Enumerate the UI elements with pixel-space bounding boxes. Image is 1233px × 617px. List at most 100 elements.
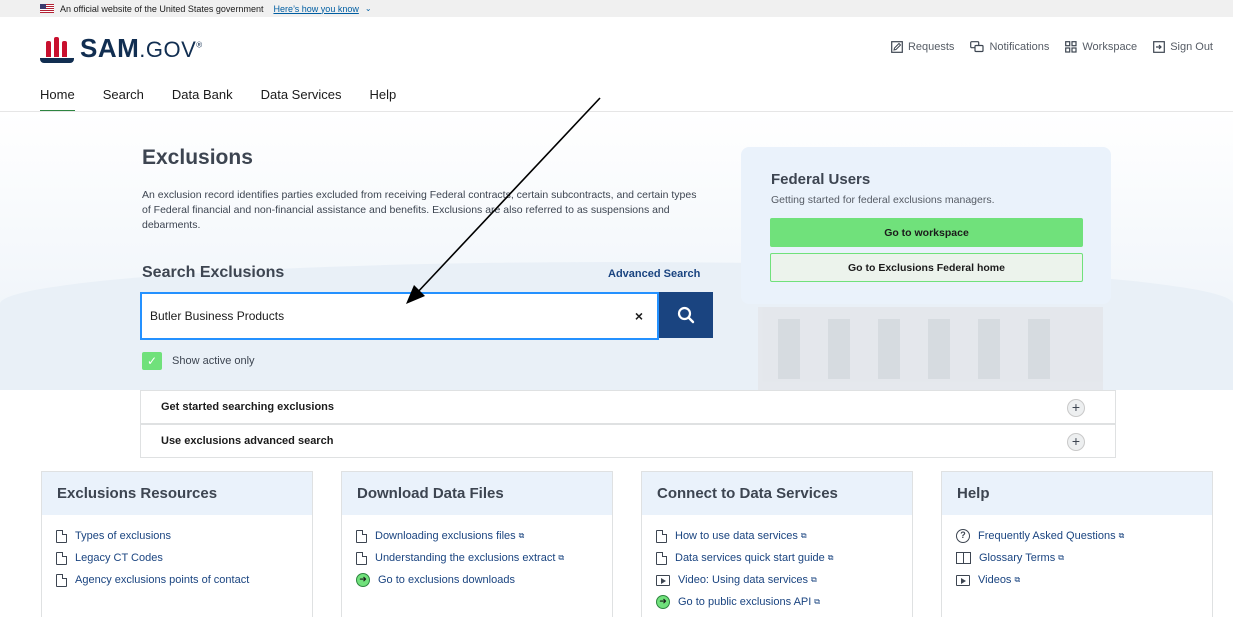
card-exclusions-resources: Exclusions Resources Types of exclusions…: [41, 471, 313, 617]
card-title: Connect to Data Services: [642, 472, 912, 515]
federal-users-subtitle: Getting started for federal exclusions m…: [771, 194, 995, 206]
list-item[interactable]: ? Frequently Asked Questions ⧉: [956, 525, 1212, 547]
list-item[interactable]: Glossary Terms ⧉: [956, 547, 1212, 569]
list-item[interactable]: Video: Using data services ⧉: [656, 569, 912, 591]
link-label: Frequently Asked Questions: [978, 530, 1116, 542]
link-label: Downloading exclusions files: [375, 530, 516, 542]
card-title: Exclusions Resources: [42, 472, 312, 515]
document-icon: [656, 551, 667, 565]
workspace-link[interactable]: Workspace: [1065, 41, 1137, 53]
external-link-icon: ⧉: [800, 531, 807, 540]
link-label: Agency exclusions points of contact: [75, 574, 250, 586]
search-icon: [677, 306, 695, 324]
sam-logo[interactable]: SAM.GOV®: [40, 33, 203, 64]
document-icon: [56, 529, 67, 543]
notifications-label: Notifications: [989, 41, 1050, 53]
nav-item-home[interactable]: Home: [40, 87, 75, 113]
nav-item-help[interactable]: Help: [370, 87, 397, 113]
external-link-icon: ⧉: [1118, 531, 1125, 540]
link-label: Understanding the exclusions extract: [375, 552, 556, 564]
advanced-search-link[interactable]: Advanced Search: [608, 268, 700, 280]
list-item[interactable]: Downloading exclusions files ⧉: [356, 525, 612, 547]
accordion-get-started[interactable]: Get started searching exclusions +: [140, 390, 1116, 424]
link-label: Glossary Terms: [979, 552, 1056, 564]
document-icon: [356, 551, 367, 565]
external-link-icon: ⧉: [811, 575, 817, 584]
federal-users-title: Federal Users: [771, 171, 871, 188]
document-icon: [356, 529, 367, 543]
external-link-icon: ⧉: [558, 553, 565, 562]
list-item[interactable]: Agency exclusions points of contact: [56, 569, 312, 591]
arrow-circle-icon: ➜: [356, 573, 370, 587]
accordion-advanced-search[interactable]: Use exclusions advanced search +: [140, 424, 1116, 458]
requests-label: Requests: [907, 41, 955, 53]
search-box[interactable]: ×: [140, 292, 659, 340]
page-description: An exclusion record identifies parties e…: [142, 189, 697, 231]
external-link-icon: ⧉: [827, 553, 834, 562]
search-button[interactable]: [659, 292, 713, 338]
list-item[interactable]: Types of exclusions: [56, 525, 312, 547]
go-to-workspace-button[interactable]: Go to workspace: [770, 218, 1083, 247]
gov-banner: An official website of the United States…: [0, 0, 1233, 17]
main-nav: Home Search Data Bank Data Services Help: [40, 87, 396, 113]
list-item[interactable]: Videos ⧉: [956, 569, 1212, 591]
card-title: Download Data Files: [342, 472, 612, 515]
card-help: Help ? Frequently Asked Questions ⧉ Glossa…: [941, 471, 1213, 617]
accordion-label: Get started searching exclusions: [161, 401, 335, 413]
question-icon: ?: [956, 529, 970, 543]
page-title: Exclusions: [142, 146, 253, 169]
card-title: Help: [942, 472, 1212, 515]
external-link-icon: ⧉: [814, 597, 821, 606]
show-active-label: Show active only: [172, 355, 255, 367]
search-input[interactable]: [150, 309, 610, 323]
plus-icon[interactable]: +: [1067, 399, 1085, 417]
plus-icon[interactable]: +: [1067, 433, 1085, 451]
list-item[interactable]: Legacy CT Codes: [56, 547, 312, 569]
clear-icon[interactable]: ×: [635, 308, 643, 324]
link-label: Go to public exclusions API: [678, 596, 812, 608]
accordion-label: Use exclusions advanced search: [161, 435, 334, 447]
list-item[interactable]: Understanding the exclusions extract ⧉: [356, 547, 612, 569]
list-item[interactable]: ➜ Go to exclusions downloads: [356, 569, 612, 591]
notifications-link[interactable]: Notifications: [970, 41, 1049, 53]
card-download-data-files: Download Data Files Downloading exclusio…: [341, 471, 613, 617]
show-active-checkbox[interactable]: ✓: [142, 352, 162, 370]
document-icon: [56, 551, 67, 565]
external-link-icon: ⧉: [518, 531, 525, 540]
show-active-only-option[interactable]: ✓ Show active only: [142, 352, 255, 370]
link-label: Video: Using data services: [678, 574, 809, 586]
search-section-title: Search Exclusions: [142, 264, 285, 281]
video-icon: [956, 574, 970, 586]
list-item[interactable]: How to use data services ⧉: [656, 525, 912, 547]
book-icon: [956, 552, 971, 564]
link-label: Data services quick start guide: [675, 552, 825, 564]
grid-icon: [1065, 41, 1077, 53]
chevron-down-icon[interactable]: ⌄: [365, 4, 372, 13]
federal-users-card: Federal Users Getting started for federa…: [741, 147, 1111, 304]
list-item[interactable]: ➜ Go to public exclusions API ⧉: [656, 591, 912, 613]
sign-out-link[interactable]: Sign Out: [1153, 41, 1213, 53]
gov-banner-text: An official website of the United States…: [60, 3, 264, 14]
requests-link[interactable]: Requests: [891, 41, 954, 53]
nav-item-search[interactable]: Search: [103, 87, 144, 113]
arrow-circle-icon: ➜: [656, 595, 670, 609]
nav-item-data-services[interactable]: Data Services: [261, 87, 342, 113]
document-icon: [56, 573, 67, 587]
nav-item-data-bank[interactable]: Data Bank: [172, 87, 233, 113]
edit-icon: [891, 41, 903, 53]
logo-text: SAM.GOV®: [80, 33, 203, 63]
link-label: How to use data services: [675, 530, 798, 542]
sam-logo-icon: [40, 35, 74, 63]
link-label: Types of exclusions: [75, 530, 171, 542]
video-icon: [656, 574, 670, 586]
go-to-exclusions-federal-home-button[interactable]: Go to Exclusions Federal home: [770, 253, 1083, 282]
sign-out-icon: [1153, 41, 1166, 53]
us-flag-icon: [40, 4, 54, 13]
workspace-label: Workspace: [1082, 41, 1138, 53]
list-item[interactable]: Data services quick start guide ⧉: [656, 547, 912, 569]
link-label: Legacy CT Codes: [75, 552, 163, 564]
heres-how-you-know-link[interactable]: Here’s how you know: [273, 4, 358, 14]
link-label: Videos: [978, 574, 1012, 586]
utility-nav: Requests Notifications Workspace Sign Ou…: [891, 41, 1213, 53]
sign-out-label: Sign Out: [1170, 41, 1213, 53]
